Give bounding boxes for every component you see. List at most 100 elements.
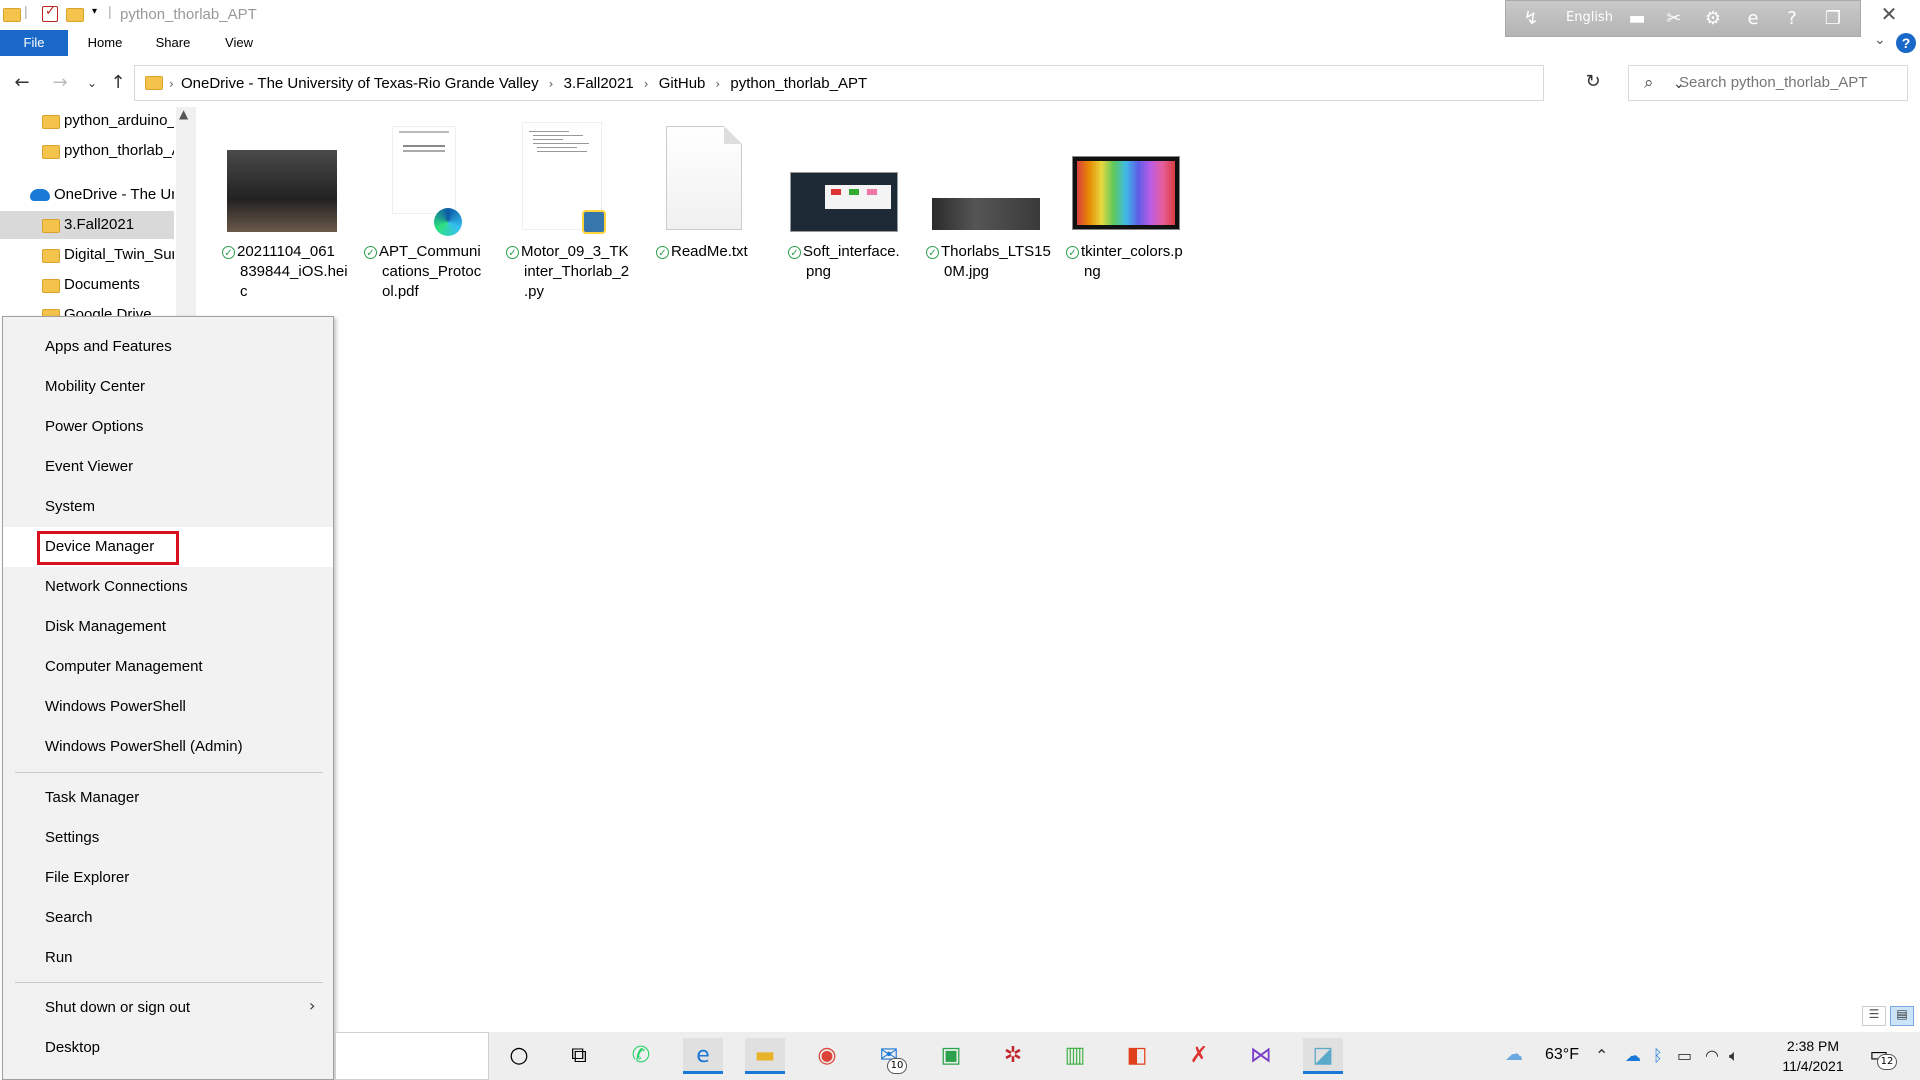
properties-icon[interactable] [42, 4, 58, 22]
photo-thumbnail [932, 198, 1040, 230]
back-arrow-icon[interactable]: ← [10, 71, 34, 95]
search-input[interactable] [1677, 73, 1901, 92]
chevron-down-icon[interactable]: ⌄ [1874, 32, 1886, 48]
menu-separator [15, 982, 323, 983]
tools-icon[interactable]: ✂ [1663, 8, 1685, 30]
battery-icon[interactable]: ▭ [1677, 1046, 1692, 1065]
volume-icon[interactable]: 🔈︎ [1729, 1046, 1739, 1066]
tray-expand-icon[interactable]: ⌃ [1595, 1046, 1608, 1065]
file-explorer-icon[interactable]: ▬ [745, 1038, 785, 1074]
ime-logo-icon[interactable]: ↯ [1520, 8, 1542, 30]
sync-ok-icon: ✓ [364, 245, 377, 259]
recent-locations-chevron-icon[interactable]: ⌄ [80, 71, 104, 95]
chevron-right-icon[interactable]: › [169, 77, 174, 91]
bluetooth-icon[interactable]: ᛒ [1653, 1046, 1663, 1065]
help-icon[interactable]: ? [1781, 8, 1803, 30]
nav-item-google-drive[interactable]: Google Drive [0, 301, 174, 317]
menu-item-task-manager[interactable]: Task Manager [3, 778, 333, 818]
quick-access-dropdown-icon[interactable]: ▾ [92, 6, 97, 24]
menu-item-power-options[interactable]: Power Options [3, 407, 333, 447]
mail-icon[interactable]: ✉ 10 [869, 1038, 909, 1074]
visual-studio-icon[interactable]: ⋈ [1241, 1038, 1281, 1074]
sync-ok-icon: ✓ [656, 245, 669, 259]
chart-app-icon[interactable]: ▥ [1055, 1038, 1095, 1074]
separator-icon: | [108, 3, 112, 19]
menu-item-apps-features[interactable]: Apps and Features [3, 327, 333, 367]
nav-item-onedrive[interactable]: OneDrive - The Ur [0, 181, 174, 209]
notification-icon[interactable]: ▭ 12 [1865, 1042, 1897, 1070]
folder-icon [42, 219, 60, 233]
breadcrumb-fall2021[interactable]: 3.Fall2021 [564, 75, 634, 92]
up-arrow-icon[interactable]: ↑ [106, 71, 130, 95]
color-chart-thumbnail [1072, 156, 1180, 230]
edge-icon[interactable]: e [683, 1038, 723, 1074]
chrome-icon[interactable]: ◉ [807, 1038, 847, 1074]
new-folder-icon[interactable] [66, 8, 84, 22]
menu-item-settings[interactable]: Settings [3, 818, 333, 858]
language-label[interactable]: English [1566, 10, 1613, 25]
menu-item-windows-powershell[interactable]: Windows PowerShell [3, 687, 333, 727]
close-icon[interactable]: ✕ [1873, 2, 1905, 28]
menu-separator [15, 772, 323, 773]
nav-item-fall2021[interactable]: 3.Fall2021 [0, 211, 174, 239]
address-bar[interactable]: › OneDrive - The University of Texas-Rio… [134, 65, 1685, 101]
title-bar: | ▾ | python_thorlab_APT ↯ English ▬ ✂ ⚙… [0, 0, 1920, 37]
breadcrumb-current-folder[interactable]: python_thorlab_APT [730, 75, 867, 92]
temperature[interactable]: 63°F [1545, 1046, 1579, 1064]
tab-file[interactable]: File [0, 30, 68, 56]
wifi-icon[interactable]: ◠ [1705, 1046, 1719, 1065]
app-gear-icon[interactable]: ✲ [993, 1038, 1033, 1074]
nav-item-documents[interactable]: Documents [0, 271, 174, 299]
search-box[interactable]: ⌕ [1628, 65, 1908, 101]
menu-item-network-connections[interactable]: Network Connections [3, 567, 333, 607]
tab-view[interactable]: View [222, 30, 256, 56]
restore-icon[interactable]: ❐ [1822, 8, 1844, 30]
file-name: ✓ Motor_09_3_TK inter_Thorlab_2 .py [506, 242, 636, 302]
onedrive-tray-icon[interactable]: ☁ [1625, 1046, 1641, 1065]
menu-item-run[interactable]: Run [3, 938, 333, 978]
chevron-right-icon[interactable]: › [715, 77, 720, 91]
menu-item-computer-management[interactable]: Computer Management [3, 647, 333, 687]
remote-desktop-icon[interactable]: ▣ [931, 1038, 971, 1074]
scroll-up-icon[interactable]: ▲ [179, 107, 188, 121]
file-name: ✓ Thorlabs_LTS15 0M.jpg [926, 242, 1056, 282]
task-view-icon[interactable]: ⧉ [559, 1038, 599, 1074]
large-icons-view-icon[interactable]: ▤ [1890, 1006, 1914, 1026]
taskbar-search-box[interactable] [335, 1032, 489, 1080]
cortana-icon[interactable]: ○ [499, 1038, 539, 1074]
folder-icon [42, 249, 60, 263]
menu-item-shut-down[interactable]: Shut down or sign out [3, 988, 333, 1028]
whatsapp-icon[interactable]: ✆ [621, 1038, 661, 1074]
tab-home[interactable]: Home [84, 30, 126, 56]
weather-cloud-icon[interactable]: ☁ [1505, 1044, 1523, 1065]
keyboard-icon[interactable]: ▬ [1626, 8, 1648, 30]
menu-item-file-explorer[interactable]: File Explorer [3, 858, 333, 898]
forward-arrow-icon[interactable]: → [48, 71, 72, 95]
sync-ok-icon: ✓ [926, 245, 939, 259]
breadcrumb-github[interactable]: GitHub [659, 75, 706, 92]
chevron-right-icon[interactable]: › [644, 77, 649, 91]
menu-item-desktop[interactable]: Desktop [3, 1028, 333, 1068]
pdf-app-icon[interactable]: ✗ [1179, 1038, 1219, 1074]
menu-item-disk-management[interactable]: Disk Management [3, 607, 333, 647]
gear-icon[interactable]: ⚙ [1702, 8, 1724, 30]
snipping-tool-icon[interactable]: ◪ [1303, 1038, 1343, 1074]
details-view-icon[interactable]: ☰ [1862, 1006, 1886, 1026]
menu-item-event-viewer[interactable]: Event Viewer [3, 447, 333, 487]
clock[interactable]: 2:38 PM 11/4/2021 [1768, 1036, 1858, 1076]
menu-item-search[interactable]: Search [3, 898, 333, 938]
nav-scrollbar[interactable]: ▲ [176, 107, 196, 317]
breadcrumb-onedrive[interactable]: OneDrive - The University of Texas-Rio G… [181, 75, 539, 92]
refresh-icon[interactable]: ↻ [1580, 71, 1606, 95]
menu-item-system[interactable]: System [3, 487, 333, 527]
nav-item-python-arduino[interactable]: python_arduino_ [0, 107, 174, 135]
help-icon[interactable]: ? [1896, 33, 1916, 53]
tab-share[interactable]: Share [152, 30, 194, 56]
menu-item-mobility-center[interactable]: Mobility Center [3, 367, 333, 407]
edge-icon[interactable]: e [1742, 8, 1764, 30]
office-icon[interactable]: ◧ [1117, 1038, 1157, 1074]
chevron-right-icon[interactable]: › [549, 77, 554, 91]
nav-item-digital-twin[interactable]: Digital_Twin_Sur [0, 241, 174, 269]
menu-item-windows-powershell-admin[interactable]: Windows PowerShell (Admin) [3, 727, 333, 767]
nav-item-python-thorlab[interactable]: python_thorlab_A [0, 137, 174, 165]
